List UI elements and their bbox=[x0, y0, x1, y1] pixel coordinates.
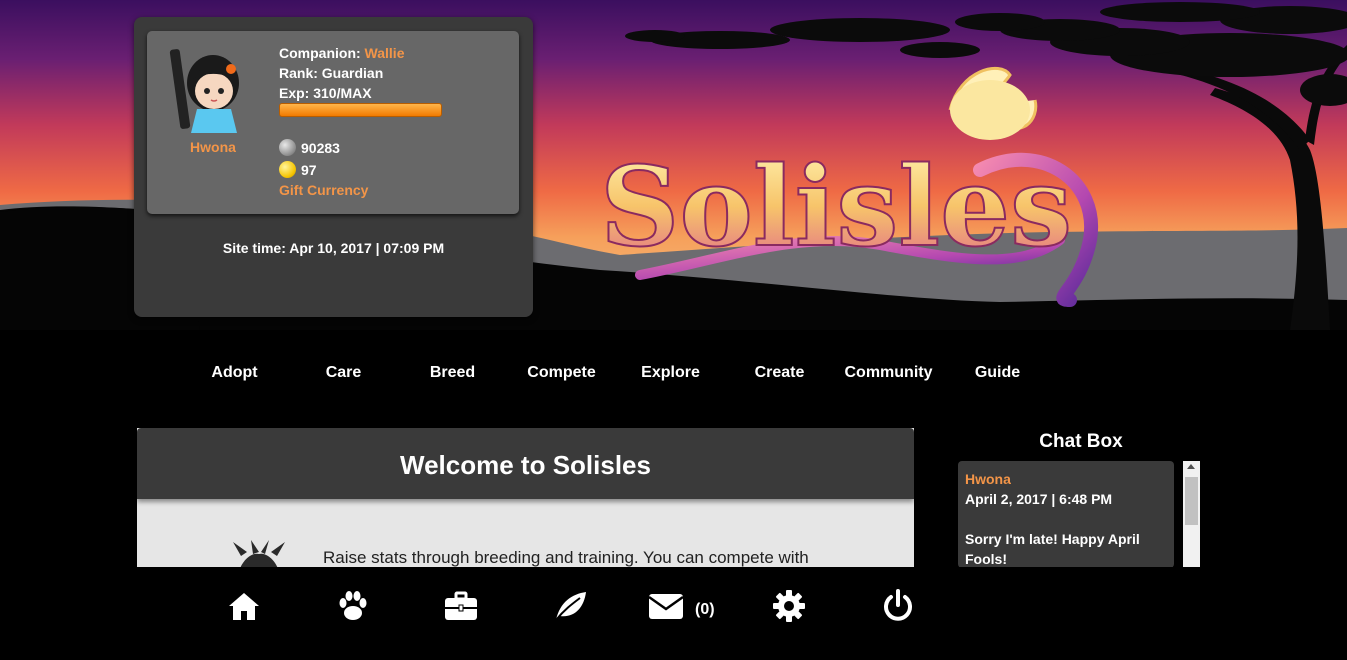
exp-progress-bar bbox=[279, 103, 442, 117]
welcome-section: Welcome to Solisles Raise stats through … bbox=[137, 428, 914, 568]
explore-button[interactable] bbox=[552, 588, 592, 624]
mail-icon bbox=[648, 594, 684, 619]
gold-coin-icon bbox=[279, 161, 296, 178]
nav-explore[interactable]: Explore bbox=[616, 364, 725, 382]
paw-icon bbox=[339, 591, 367, 620]
chat-scrollbar[interactable] bbox=[1183, 461, 1200, 568]
pets-button[interactable] bbox=[335, 588, 375, 624]
user-avatar[interactable] bbox=[167, 41, 247, 136]
profile-card: Hwona Companion: Wallie Rank: Guardian E… bbox=[147, 31, 519, 214]
inventory-button[interactable] bbox=[443, 588, 483, 624]
silver-coin-icon bbox=[279, 139, 296, 156]
briefcase-icon bbox=[445, 591, 477, 620]
silver-amount: 90283 bbox=[301, 139, 340, 156]
settings-button[interactable] bbox=[771, 588, 811, 624]
chat-username-link[interactable]: Hwona bbox=[965, 469, 1167, 489]
exp-text: Exp: 310/MAX bbox=[279, 85, 372, 101]
nav-care[interactable]: Care bbox=[289, 364, 398, 382]
nav-adopt[interactable]: Adopt bbox=[180, 364, 289, 382]
bottom-toolbar: (0) bbox=[0, 567, 1347, 660]
mail-button[interactable] bbox=[648, 588, 688, 624]
home-button[interactable] bbox=[226, 588, 266, 624]
welcome-header: Welcome to Solisles bbox=[137, 428, 914, 499]
welcome-text: Raise stats through breeding and trainin… bbox=[323, 548, 809, 567]
nav-compete[interactable]: Compete bbox=[507, 364, 616, 382]
rank-text: Rank: Guardian bbox=[279, 65, 384, 81]
logout-button[interactable] bbox=[880, 588, 920, 624]
welcome-title: Welcome to Solisles bbox=[400, 450, 651, 480]
nav-community[interactable]: Community bbox=[834, 364, 943, 382]
gift-currency-link[interactable]: Gift Currency bbox=[279, 182, 368, 198]
chat-box-title: Chat Box bbox=[1039, 431, 1123, 452]
username-link[interactable]: Hwona bbox=[157, 139, 269, 155]
gear-icon bbox=[773, 590, 805, 622]
gold-amount: 97 bbox=[301, 161, 317, 178]
profile-panel: Hwona Companion: Wallie Rank: Guardian E… bbox=[134, 17, 533, 317]
home-icon bbox=[229, 593, 259, 620]
nav-guide[interactable]: Guide bbox=[943, 364, 1052, 382]
nav-breed[interactable]: Breed bbox=[398, 364, 507, 382]
chat-body: Sorry I'm late! Happy April Fools! bbox=[965, 531, 1140, 567]
svg-text:Solisles: Solisles bbox=[600, 142, 1072, 271]
profile-stats: Companion: Wallie Rank: Guardian Exp: 31… bbox=[279, 43, 404, 103]
site-time: Site time: Apr 10, 2017 | 07:09 PM bbox=[222, 240, 445, 256]
nav-create[interactable]: Create bbox=[725, 364, 834, 382]
silver-currency: 90283 bbox=[279, 139, 340, 156]
scroll-up-arrow-icon[interactable] bbox=[1187, 464, 1195, 469]
chat-message: Hwona April 2, 2017 | 6:48 PM Sorry I'm … bbox=[958, 461, 1174, 568]
companion-name-link[interactable]: Wallie bbox=[365, 45, 405, 61]
gold-currency: 97 bbox=[279, 161, 317, 178]
mail-count: (0) bbox=[695, 601, 715, 618]
leaf-icon bbox=[555, 592, 586, 621]
chat-date: April 2, 2017 | 6:48 PM bbox=[965, 491, 1113, 507]
power-icon bbox=[884, 589, 912, 621]
creature-icon bbox=[233, 540, 285, 568]
companion-label: Companion: bbox=[279, 45, 361, 61]
scroll-thumb[interactable] bbox=[1185, 477, 1198, 525]
